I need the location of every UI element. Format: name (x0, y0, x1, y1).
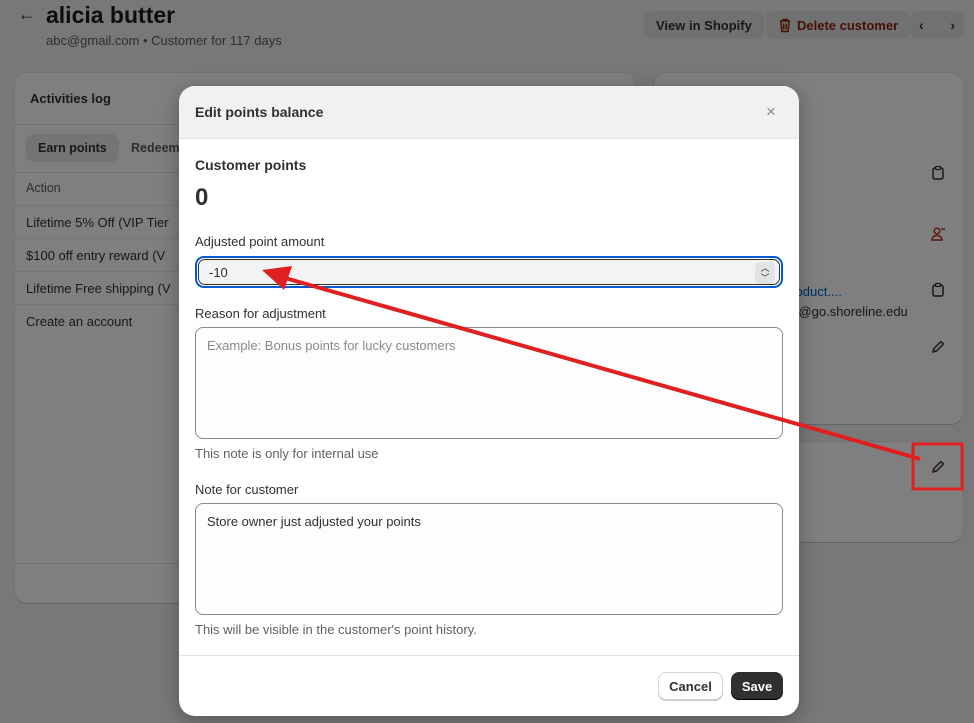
note-label: Note for customer (195, 482, 299, 497)
note-help-text: This will be visible in the customer's p… (195, 622, 477, 637)
save-button[interactable]: Save (731, 672, 783, 700)
customer-points-label: Customer points (195, 157, 307, 173)
modal-header: Edit points balance × (179, 86, 799, 139)
reason-help-text: This note is only for internal use (195, 446, 379, 461)
reason-label: Reason for adjustment (195, 306, 326, 321)
adjusted-amount-box: ︿ ﹀ (198, 259, 780, 285)
edit-points-modal: Edit points balance × Customer points 0 … (179, 86, 799, 716)
customer-points-value: 0 (195, 184, 209, 211)
modal-footer-divider (179, 655, 799, 656)
note-textarea[interactable]: Store owner just adjusted your points (195, 503, 783, 615)
chevron-up-icon[interactable]: ︿ (760, 263, 769, 273)
adjusted-amount-label: Adjusted point amount (195, 234, 325, 249)
cancel-button[interactable]: Cancel (658, 672, 723, 700)
reason-textarea[interactable]: Example: Bonus points for lucky customer… (195, 327, 783, 439)
modal-title: Edit points balance (195, 104, 324, 120)
adjusted-amount-field: ︿ ﹀ (195, 256, 783, 288)
adjusted-amount-input[interactable] (209, 265, 709, 280)
number-stepper[interactable]: ︿ ﹀ (755, 262, 775, 284)
close-icon[interactable]: × (761, 102, 781, 122)
chevron-down-icon[interactable]: ﹀ (760, 273, 769, 283)
